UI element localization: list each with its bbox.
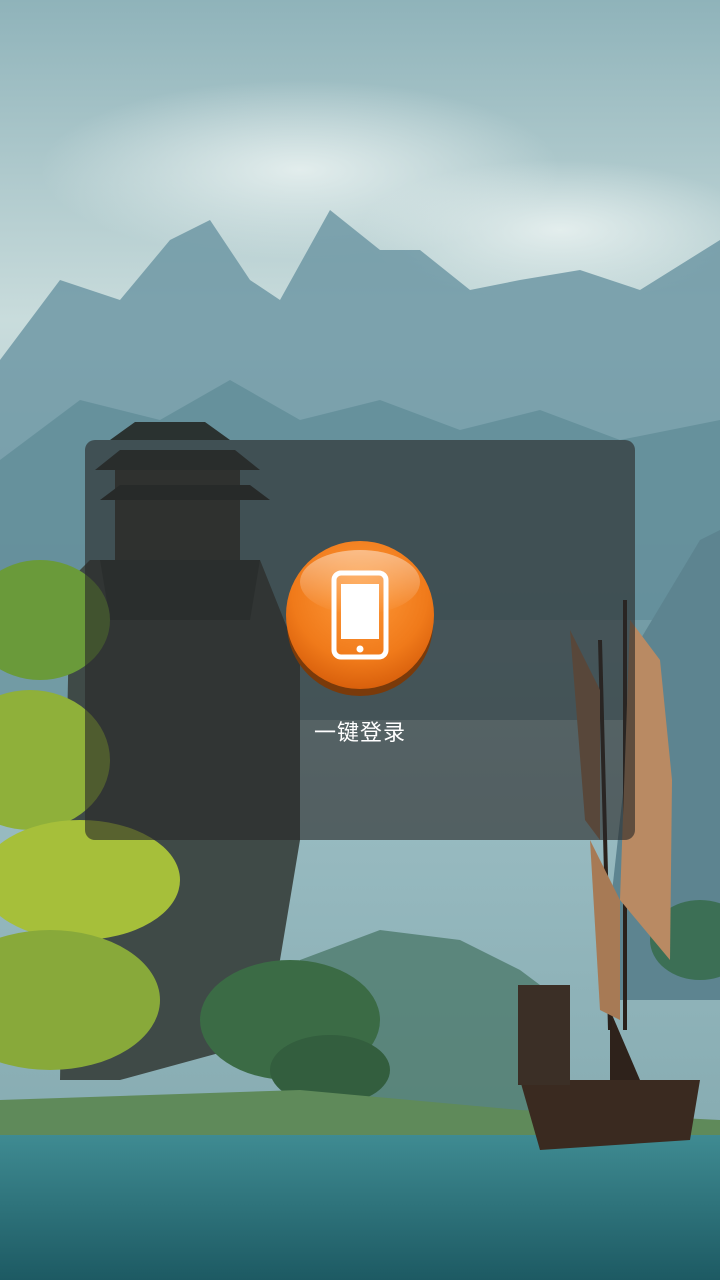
login-panel: 一键登录 — [85, 440, 635, 840]
login-label[interactable]: 一键登录 — [85, 715, 635, 747]
login-screen: 一键登录 — [0, 0, 720, 1280]
one-click-login-button[interactable] — [285, 540, 435, 700]
phone-icon — [286, 541, 434, 696]
